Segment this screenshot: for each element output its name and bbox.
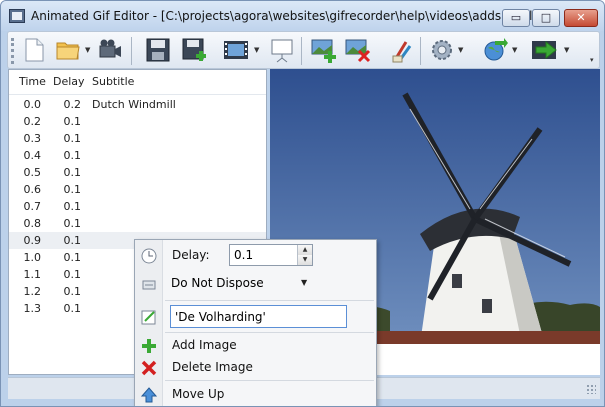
time-cell: 0.9: [23, 234, 42, 247]
clock-icon: [141, 248, 157, 264]
table-row[interactable]: 0.8 0.1: [9, 215, 266, 232]
time-cell: 1.0: [23, 251, 42, 264]
delay-spinner[interactable]: ▲ ▼: [297, 245, 312, 265]
resize-grip[interactable]: [586, 384, 596, 394]
delay-cell: 0.1: [63, 200, 82, 213]
delay-cell: 0.1: [63, 166, 82, 179]
menu-item-add-image[interactable]: Add Image: [172, 338, 237, 352]
menu-item-delete-image[interactable]: Delete Image: [172, 360, 253, 374]
video-camera-icon[interactable]: [96, 36, 124, 64]
context-menu: Delay: ▲ ▼ Do Not Dispose ▼ Add Image: [134, 239, 377, 406]
presentation-icon[interactable]: [268, 36, 296, 64]
table-row[interactable]: 0.0 0.2 Dutch Windmill: [9, 96, 266, 113]
image-add-icon[interactable]: [310, 36, 338, 64]
time-cell: 1.3: [23, 302, 42, 315]
title-bar[interactable]: Animated Gif Editor - [C:\projects\agora…: [1, 1, 604, 31]
delay-cell: 0.1: [63, 132, 82, 145]
settings-dropdown-arrow[interactable]: ▼: [458, 46, 463, 54]
open-dropdown-arrow[interactable]: ▼: [85, 46, 90, 54]
film-strip-icon[interactable]: [222, 36, 250, 64]
table-row[interactable]: 0.4 0.1: [9, 147, 266, 164]
up-arrow-icon: [140, 387, 158, 403]
gear-icon[interactable]: [428, 36, 456, 64]
time-cell: 0.0: [23, 98, 42, 111]
toolbar-overflow-arrow[interactable]: ▾: [590, 56, 594, 64]
table-row[interactable]: 0.7 0.1: [9, 198, 266, 215]
delay-cell: 0.1: [63, 302, 82, 315]
time-cell: 1.2: [23, 285, 42, 298]
delay-cell: 0.1: [63, 285, 82, 298]
delay-cell: 0.1: [63, 183, 82, 196]
edit-subtitle-icon: [141, 310, 156, 325]
delay-cell: 0.2: [63, 98, 82, 111]
time-cell: 1.1: [23, 268, 42, 281]
delay-cell: 0.1: [63, 115, 82, 128]
folder-icon[interactable]: [54, 36, 82, 64]
app-window: Animated Gif Editor - [C:\projects\agora…: [0, 0, 605, 407]
paint-tools-icon[interactable]: [388, 36, 416, 64]
green-arrow-icon[interactable]: [530, 36, 558, 64]
table-row[interactable]: 0.5 0.1: [9, 164, 266, 181]
maximize-button[interactable]: □: [532, 9, 560, 27]
menu-separator: [165, 300, 374, 301]
menu-separator: [165, 380, 374, 381]
spin-down-icon[interactable]: ▼: [297, 255, 312, 265]
header-divider: [9, 94, 266, 95]
menu-item-move-up[interactable]: Move Up: [172, 387, 224, 401]
time-cell: 0.5: [23, 166, 42, 179]
film-dropdown-arrow[interactable]: ▼: [254, 46, 259, 54]
delay-cell: 0.1: [63, 217, 82, 230]
time-cell: 0.7: [23, 200, 42, 213]
add-icon: [142, 339, 156, 353]
close-button[interactable]: ✕: [564, 9, 598, 27]
export-dropdown-arrow[interactable]: ▼: [564, 46, 569, 54]
table-row[interactable]: 0.2 0.1: [9, 113, 266, 130]
delete-icon: [141, 360, 157, 376]
window-title: Animated Gif Editor - [C:\projects\agora…: [31, 9, 552, 23]
floppy-add-icon[interactable]: [180, 36, 208, 64]
time-cell: 0.8: [23, 217, 42, 230]
delay-label: Delay:: [172, 248, 210, 262]
table-row[interactable]: 0.3 0.1: [9, 130, 266, 147]
toolbar-separator: [420, 37, 421, 65]
column-header-delay[interactable]: Delay: [53, 75, 85, 88]
time-cell: 0.3: [23, 132, 42, 145]
dispose-icon: [142, 280, 156, 290]
toolbar: ▼ ▼ ▼ ▼ ▼ ▾: [7, 31, 600, 69]
menu-separator: [165, 332, 374, 333]
app-film-icon: [9, 9, 25, 23]
table-row[interactable]: 0.6 0.1: [9, 181, 266, 198]
column-header-subtitle[interactable]: Subtitle: [92, 75, 134, 88]
new-document-icon[interactable]: [20, 36, 48, 64]
time-cell: 0.6: [23, 183, 42, 196]
toolbar-separator: [301, 37, 302, 65]
delay-cell: 0.1: [63, 149, 82, 162]
spin-up-icon[interactable]: ▲: [297, 245, 312, 255]
toolbar-separator: [131, 37, 132, 65]
globe-export-icon[interactable]: [480, 36, 508, 64]
dispose-select[interactable]: Do Not Dispose: [171, 272, 313, 294]
image-delete-icon[interactable]: [344, 36, 372, 64]
toolbar-grip[interactable]: [11, 38, 14, 64]
chevron-down-icon[interactable]: ▼: [301, 278, 307, 287]
delay-cell: 0.1: [63, 234, 82, 247]
subtitle-cell: Dutch Windmill: [92, 98, 176, 111]
web-dropdown-arrow[interactable]: ▼: [512, 46, 517, 54]
minimize-button[interactable]: ▭: [502, 9, 530, 27]
delay-cell: 0.1: [63, 268, 82, 281]
subtitle-field[interactable]: [170, 305, 347, 328]
time-cell: 0.4: [23, 149, 42, 162]
floppy-disk-icon[interactable]: [144, 36, 172, 64]
delay-cell: 0.1: [63, 251, 82, 264]
time-cell: 0.2: [23, 115, 42, 128]
column-header-time[interactable]: Time: [19, 75, 46, 88]
